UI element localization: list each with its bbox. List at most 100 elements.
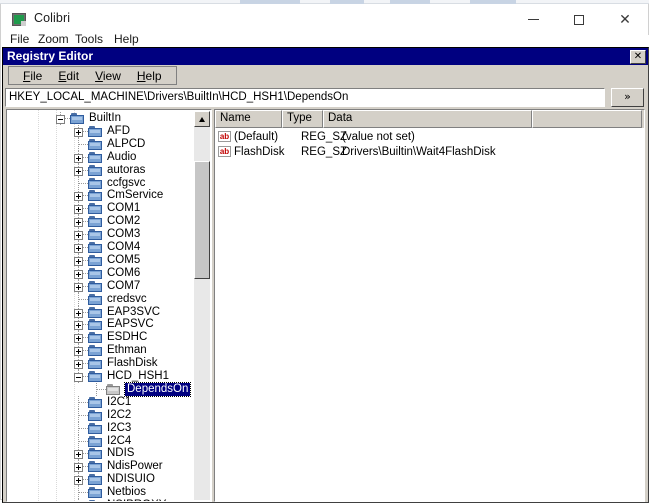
tree-item[interactable]: NdisPower: [7, 460, 195, 474]
tree-item[interactable]: ccfgsvc: [7, 176, 195, 190]
minimize-button[interactable]: [510, 4, 556, 35]
column-header-data[interactable]: Data: [323, 110, 532, 128]
reg-menu-file[interactable]: File: [23, 69, 42, 83]
tree-item[interactable]: autoras: [7, 163, 195, 177]
value-type: REG_SZ: [301, 146, 348, 158]
tree-item[interactable]: credsvc: [7, 292, 195, 306]
tree-item-label: EAP3SVC: [107, 305, 161, 318]
tree-connector-line: [97, 388, 106, 390]
expand-icon[interactable]: [74, 347, 83, 357]
tree-item[interactable]: EAPSVC: [7, 318, 195, 332]
reg-menu-edit[interactable]: Edit: [58, 69, 79, 83]
tree-item[interactable]: Audio: [7, 150, 195, 164]
window-title: Colibri: [34, 11, 71, 25]
value-data: (value not set): [342, 131, 415, 143]
registry-editor-menubar: File Edit View Help: [3, 65, 648, 86]
folder-icon: [88, 177, 104, 190]
maximize-button[interactable]: [556, 4, 602, 35]
tree-item[interactable]: DependsOn: [7, 381, 195, 397]
expand-icon[interactable]: [74, 463, 83, 473]
tree-connector-line: [79, 298, 88, 300]
expand-icon[interactable]: [74, 218, 83, 228]
tree-item[interactable]: NDIS: [7, 447, 195, 461]
tree-item[interactable]: COM7: [7, 279, 195, 293]
tree-item[interactable]: NDISUIO: [7, 473, 195, 487]
tree-item[interactable]: Ethman: [7, 344, 195, 358]
expand-icon[interactable]: [74, 244, 83, 253]
expand-icon[interactable]: [74, 256, 83, 266]
tree-item[interactable]: AFD: [7, 124, 195, 138]
tree-item[interactable]: I2C4: [7, 434, 195, 448]
list-row[interactable]: ab (Default) REG_SZ (value not set): [215, 130, 644, 145]
expand-icon[interactable]: [74, 153, 83, 163]
tree-item[interactable]: CmService: [7, 189, 195, 203]
registry-values-pane[interactable]: Name Type Data ab (Default) REG_SZ (value not…: [214, 109, 645, 502]
scrollbar-thumb[interactable]: [194, 161, 210, 279]
tree-item[interactable]: COM4: [7, 241, 195, 254]
tree-item[interactable]: COM5: [7, 253, 195, 267]
tree-item-label: COM1: [107, 202, 141, 215]
folder-icon: [88, 203, 104, 215]
tree-item[interactable]: COM6: [7, 266, 195, 280]
collapse-icon[interactable]: [74, 373, 83, 382]
tree-connector-line: [79, 440, 88, 442]
tree-item[interactable]: BuiltIn: [7, 112, 195, 125]
tree-item-label: COM3: [107, 228, 141, 241]
tree-item[interactable]: NSIPROXY: [7, 499, 195, 501]
folder-icon: [88, 216, 104, 228]
expand-icon[interactable]: [74, 321, 83, 331]
tree-item[interactable]: COM3: [7, 228, 195, 242]
address-bar: HKEY_LOCAL_MACHINE\Drivers\BuiltIn\HCD_H…: [3, 86, 648, 109]
expand-icon[interactable]: [74, 450, 83, 460]
tree-item[interactable]: COM2: [7, 215, 195, 229]
registry-path-input[interactable]: HKEY_LOCAL_MACHINE\Drivers\BuiltIn\HCD_H…: [5, 88, 605, 107]
address-overflow-button[interactable]: »: [611, 88, 644, 107]
folder-icon: [88, 293, 104, 306]
column-header-name[interactable]: Name: [215, 110, 282, 128]
expand-icon[interactable]: [74, 127, 83, 137]
tree-item[interactable]: HCD_HSH1: [7, 370, 195, 383]
expand-icon[interactable]: [74, 205, 83, 215]
reg-menu-help[interactable]: Help: [137, 69, 162, 83]
tree-item-label: NDIS: [107, 447, 135, 460]
menu-tools[interactable]: Tools: [75, 32, 103, 46]
expand-icon[interactable]: [74, 269, 83, 279]
list-row[interactable]: ab FlashDisk REG_SZ Drivers\Builtin\Wait4Fl…: [215, 145, 644, 160]
tree-scrollbar[interactable]: [194, 111, 210, 500]
tree-item[interactable]: FlashDisk: [7, 357, 195, 371]
expand-icon[interactable]: [74, 166, 83, 176]
reg-menu-view[interactable]: View: [95, 69, 121, 83]
tree-item[interactable]: Netbios: [7, 486, 195, 500]
tree-item[interactable]: EAP3SVC: [7, 305, 195, 319]
tree-item[interactable]: ESDHC: [7, 331, 195, 345]
collapse-icon[interactable]: [56, 115, 65, 124]
tree-item[interactable]: I2C3: [7, 421, 195, 435]
folder-icon: [106, 383, 122, 396]
registry-tree-pane[interactable]: BuiltIn AFD ALPCD Audio autoras ccfgsvc CmServ…: [6, 109, 212, 502]
tree-item[interactable]: I2C2: [7, 408, 195, 422]
tree-connector-line: [96, 382, 97, 396]
scroll-up-button[interactable]: [194, 111, 210, 127]
menu-file[interactable]: File: [10, 32, 29, 46]
folder-icon: [88, 125, 104, 138]
expand-icon[interactable]: [74, 334, 83, 344]
expand-icon[interactable]: [74, 282, 83, 292]
expand-icon[interactable]: [74, 360, 83, 370]
tree-item-label: ESDHC: [107, 331, 148, 344]
close-button[interactable]: ✕: [602, 4, 648, 35]
column-header-blank[interactable]: [532, 110, 642, 128]
expand-icon[interactable]: [74, 476, 83, 486]
expand-icon[interactable]: [74, 308, 83, 318]
tree-item[interactable]: I2C1: [7, 395, 195, 409]
tree-item[interactable]: COM1: [7, 202, 195, 216]
tree-item-label: I2C4: [107, 434, 132, 447]
tree-connector-line: [78, 176, 79, 190]
tree-item[interactable]: ALPCD: [7, 137, 195, 151]
expand-icon[interactable]: [74, 231, 83, 241]
column-header-type[interactable]: Type: [282, 110, 323, 128]
registry-editor-close-button[interactable]: ✕: [630, 50, 646, 64]
close-icon: ✕: [619, 11, 631, 28]
expand-icon[interactable]: [74, 192, 83, 202]
menu-help[interactable]: Help: [114, 32, 139, 46]
menu-zoom[interactable]: Zoom: [38, 32, 69, 46]
